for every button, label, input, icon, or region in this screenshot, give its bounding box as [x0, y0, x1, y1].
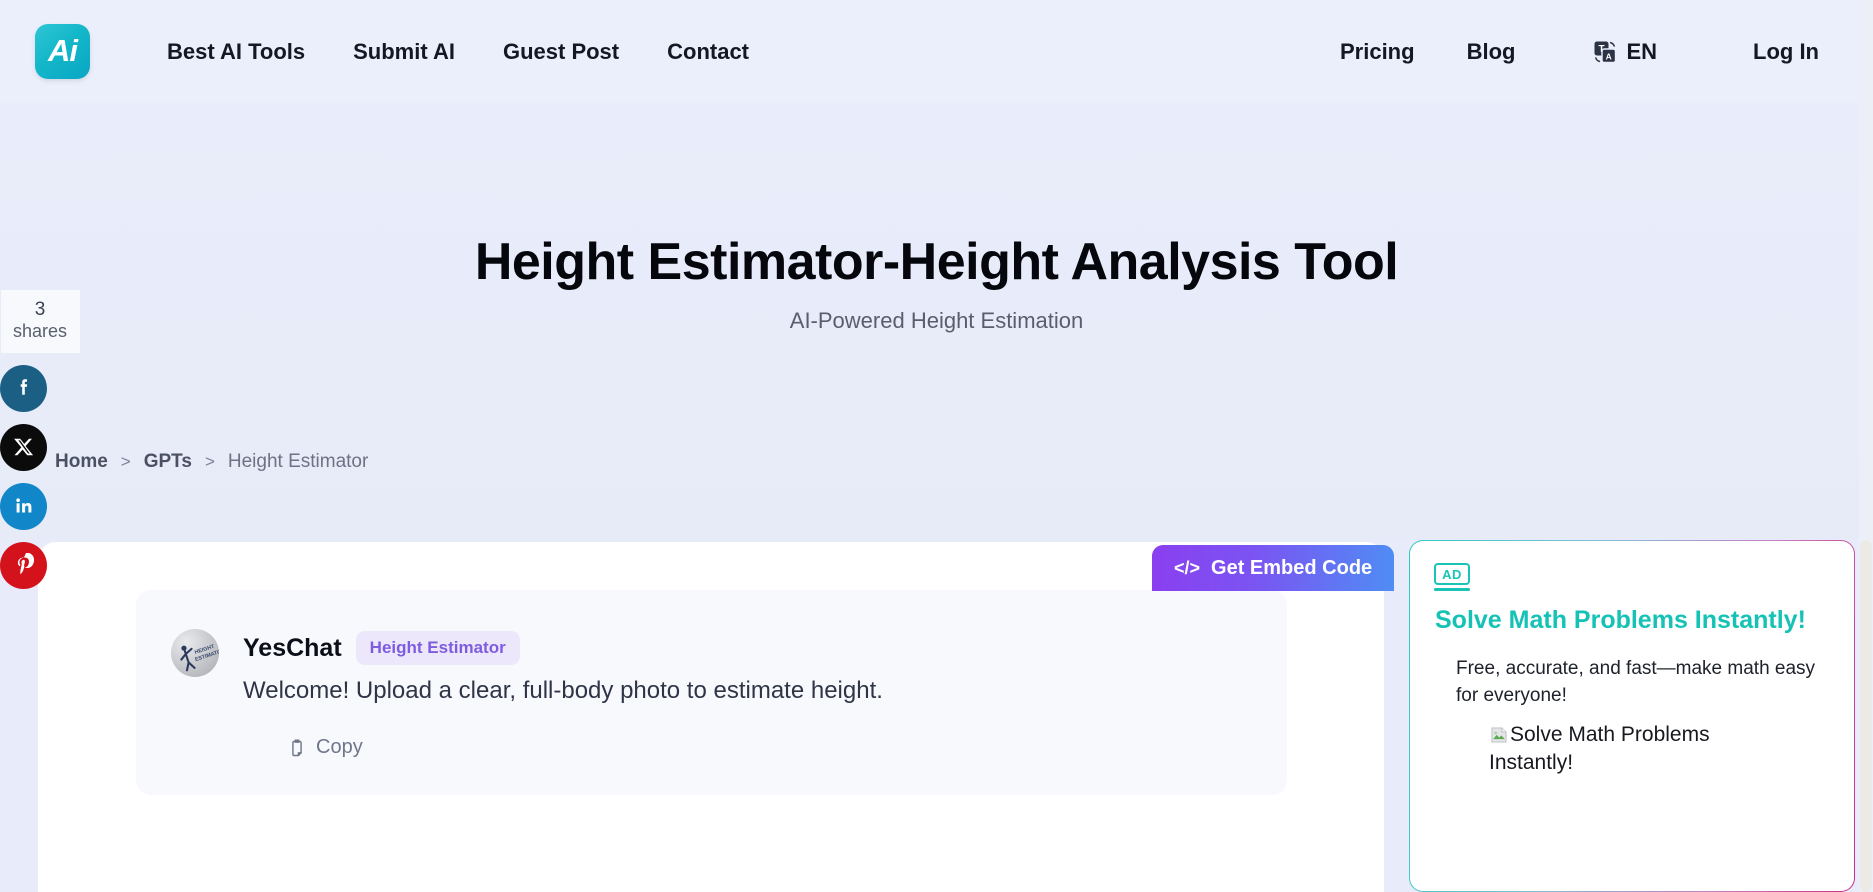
social-share-rail: 3 shares — [0, 290, 80, 589]
language-selector[interactable]: T A EN — [1571, 33, 1679, 71]
site-logo[interactable]: Ai — [35, 24, 90, 79]
clipboard-icon — [287, 738, 307, 758]
facebook-icon — [12, 376, 36, 400]
chat-message-header: YesChat Height Estimator — [243, 631, 520, 665]
share-count-label: shares — [12, 320, 68, 341]
copy-label: Copy — [316, 736, 363, 758]
secondary-navigation: Pricing Blog T A EN Log In — [1314, 33, 1845, 71]
ad-title: Solve Math Problems Instantly! — [1435, 606, 1806, 634]
copy-button[interactable]: Copy — [287, 736, 363, 759]
ad-badge-underline — [1434, 588, 1470, 591]
ad-description: Free, accurate, and fast—make math easy … — [1456, 658, 1816, 706]
svg-text:A: A — [1606, 51, 1612, 61]
height-estimator-avatar-icon: HEIGHT ESTIMATOR — [171, 629, 219, 677]
share-counter: 3 shares — [0, 290, 80, 353]
breadcrumb: Home > GPTs > Height Estimator — [55, 451, 368, 473]
nav-item-submit-ai[interactable]: Submit AI — [329, 33, 479, 71]
status-badge: Height Estimator — [355, 631, 520, 665]
message-text: Welcome! Upload a clear, full-body photo… — [243, 677, 883, 704]
nav-item-best-ai-tools[interactable]: Best AI Tools — [143, 33, 329, 71]
language-label: EN — [1626, 38, 1658, 64]
site-header: Ai Best AI Tools Submit AI Guest Post Co… — [0, 0, 1873, 103]
breadcrumb-item-gpts[interactable]: GPTs — [144, 451, 192, 473]
nav-item-contact[interactable]: Contact — [643, 33, 773, 71]
translate-icon: T A — [1593, 40, 1617, 64]
nav-item-guest-post[interactable]: Guest Post — [479, 33, 643, 71]
nav-item-blog[interactable]: Blog — [1441, 33, 1542, 71]
ad-image-placeholder[interactable]: Solve Math Problems Instantly! — [1489, 721, 1789, 776]
breadcrumb-item-current: Height Estimator — [227, 451, 369, 472]
share-count-value: 3 — [34, 299, 46, 320]
breadcrumb-separator: > — [204, 452, 215, 471]
message-author: YesChat — [243, 633, 342, 662]
nav-item-pricing[interactable]: Pricing — [1314, 33, 1441, 71]
share-button-linkedin[interactable] — [0, 482, 47, 530]
broken-image-icon — [1489, 725, 1509, 745]
share-button-pinterest[interactable] — [0, 541, 47, 589]
pinterest-icon — [12, 553, 36, 577]
breadcrumb-separator: > — [120, 452, 131, 471]
logo-text: Ai — [48, 32, 78, 68]
page-scrollbar-thumb[interactable] — [1860, 540, 1872, 892]
page-subtitle: AI-Powered Height Estimation — [789, 308, 1084, 333]
page-title: Height Estimator-Height Analysis Tool — [474, 233, 1399, 291]
share-button-x[interactable] — [0, 423, 47, 471]
ad-badge: AD — [1434, 563, 1470, 591]
advertisement-card[interactable]: AD Solve Math Problems Instantly! Free, … — [1409, 540, 1855, 892]
code-icon: </> — [1174, 557, 1201, 578]
get-embed-code-button[interactable]: </> Get Embed Code — [1152, 545, 1395, 591]
primary-navigation: Best AI Tools Submit AI Guest Post Conta… — [143, 33, 773, 71]
ad-badge-label: AD — [1434, 563, 1470, 585]
avatar: HEIGHT ESTIMATOR — [171, 629, 219, 677]
login-button[interactable]: Log In — [1727, 33, 1845, 71]
share-button-facebook[interactable] — [0, 364, 47, 412]
get-embed-code-label: Get Embed Code — [1211, 556, 1373, 579]
ad-image-alt-text: Solve Math Problems Instantly! — [1489, 723, 1710, 774]
linkedin-icon — [12, 494, 36, 518]
x-twitter-icon — [13, 436, 35, 458]
